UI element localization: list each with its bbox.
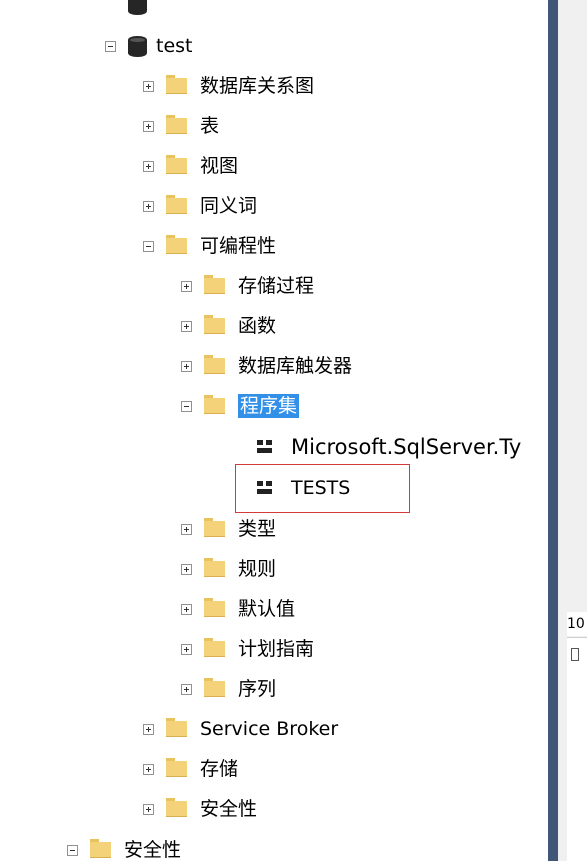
tree-node-storage[interactable]: 存储	[143, 749, 238, 789]
tree-node-label: Microsoft.SqlServer.Ty	[291, 435, 522, 459]
tree-node-plan-guides[interactable]: 计划指南	[181, 629, 314, 669]
object-explorer-tree: test 数据库关系图 表 视图 同义词 可编程性 存储过程 函数 数据库触发器…	[0, 0, 548, 861]
tree-node-label: 安全性	[200, 798, 258, 820]
expand-icon[interactable]	[143, 80, 154, 92]
results-grid[interactable]	[567, 637, 587, 862]
expand-icon[interactable]	[181, 523, 192, 535]
tree-node-label: 存储	[200, 758, 239, 780]
tree-node-test[interactable]: test	[105, 26, 193, 66]
tree-node-label-selected[interactable]: 程序集	[238, 394, 300, 418]
folder-icon	[204, 558, 225, 577]
results-row-number: 10	[567, 612, 587, 636]
folder-icon	[204, 638, 225, 657]
tree-node-label: 计划指南	[238, 638, 315, 660]
highlight-box	[235, 464, 410, 513]
folder-icon	[204, 275, 225, 294]
folder-icon	[166, 155, 187, 174]
tree-node-types[interactable]: 类型	[181, 509, 276, 549]
grid-cell-icon	[571, 648, 579, 661]
folder-icon	[204, 315, 225, 334]
tree-node-tables[interactable]: 表	[143, 106, 219, 146]
tree-node-label: 视图	[200, 155, 239, 177]
folder-icon	[166, 758, 187, 777]
expand-icon[interactable]	[181, 320, 192, 332]
expand-icon[interactable]	[181, 603, 192, 615]
tree-node-label: 表	[200, 115, 220, 137]
tree-node-functions[interactable]: 函数	[181, 306, 276, 346]
expand-icon[interactable]	[143, 723, 154, 735]
folder-icon	[204, 598, 225, 617]
tree-node-programmability[interactable]: 可编程性	[143, 226, 276, 266]
tree-node-label: Service Broker	[200, 718, 339, 740]
folder-icon	[204, 355, 225, 374]
folder-icon	[204, 395, 225, 414]
tree-node-label: test	[156, 35, 193, 57]
tree-node-rules[interactable]: 规则	[181, 549, 276, 589]
tree-node-label: 同义词	[200, 195, 258, 217]
tree-node-security-server[interactable]: 安全性	[67, 830, 181, 861]
folder-icon	[166, 718, 187, 737]
tree-node-label: 安全性	[124, 839, 182, 861]
tree-node-label: 规则	[238, 558, 277, 580]
tree-node-assemblies[interactable]: 程序集	[181, 386, 300, 426]
expand-icon[interactable]	[181, 280, 192, 292]
tree-node-label: 数据库触发器	[238, 355, 353, 377]
folder-icon	[204, 678, 225, 697]
tree-node-views[interactable]: 视图	[143, 146, 238, 186]
folder-icon	[166, 75, 187, 94]
expand-icon[interactable]	[143, 160, 154, 172]
collapse-icon[interactable]	[67, 844, 78, 856]
folder-icon	[166, 798, 187, 817]
folder-icon	[204, 518, 225, 537]
tree-node-service-broker[interactable]: Service Broker	[143, 709, 338, 749]
tree-node-label: 存储过程	[238, 275, 315, 297]
expand-icon[interactable]	[181, 563, 192, 575]
tree-node-label: 数据库关系图	[200, 75, 315, 97]
tree-node-database-triggers[interactable]: 数据库触发器	[181, 346, 352, 386]
expand-icon[interactable]	[143, 200, 154, 212]
folder-icon	[90, 839, 111, 858]
folder-icon	[166, 195, 187, 214]
folder-icon	[166, 235, 187, 254]
expand-icon[interactable]	[143, 763, 154, 775]
assembly-icon	[257, 440, 275, 454]
tree-node-label: 序列	[238, 678, 277, 700]
database-icon	[128, 35, 147, 57]
tree-node-sequences[interactable]: 序列	[181, 669, 276, 709]
expand-icon[interactable]	[143, 120, 154, 132]
expand-icon[interactable]	[181, 683, 192, 695]
tree-node-assembly-microsoft-sqlserver[interactable]: Microsoft.SqlServer.Ty	[257, 427, 521, 467]
collapse-icon[interactable]	[143, 240, 154, 252]
expand-icon[interactable]	[143, 803, 154, 815]
collapse-icon[interactable]	[181, 400, 192, 412]
database-icon	[128, 0, 147, 15]
tree-node-label: 默认值	[238, 598, 296, 620]
tree-node-partial-top	[128, 0, 156, 24]
collapse-icon[interactable]	[105, 40, 116, 52]
tree-node-security-db[interactable]: 安全性	[143, 789, 257, 829]
expand-icon[interactable]	[181, 643, 192, 655]
tree-node-stored-procedures[interactable]: 存储过程	[181, 266, 314, 306]
expand-icon[interactable]	[181, 360, 192, 372]
window-divider[interactable]	[548, 0, 558, 861]
tree-node-defaults[interactable]: 默认值	[181, 589, 295, 629]
tree-node-label: 类型	[238, 518, 277, 540]
tree-node-synonyms[interactable]: 同义词	[143, 186, 257, 226]
tree-node-label: 函数	[238, 315, 277, 337]
tree-node-database-diagrams[interactable]: 数据库关系图	[143, 66, 314, 106]
tree-node-label: 可编程性	[200, 235, 277, 257]
folder-icon	[166, 115, 187, 134]
